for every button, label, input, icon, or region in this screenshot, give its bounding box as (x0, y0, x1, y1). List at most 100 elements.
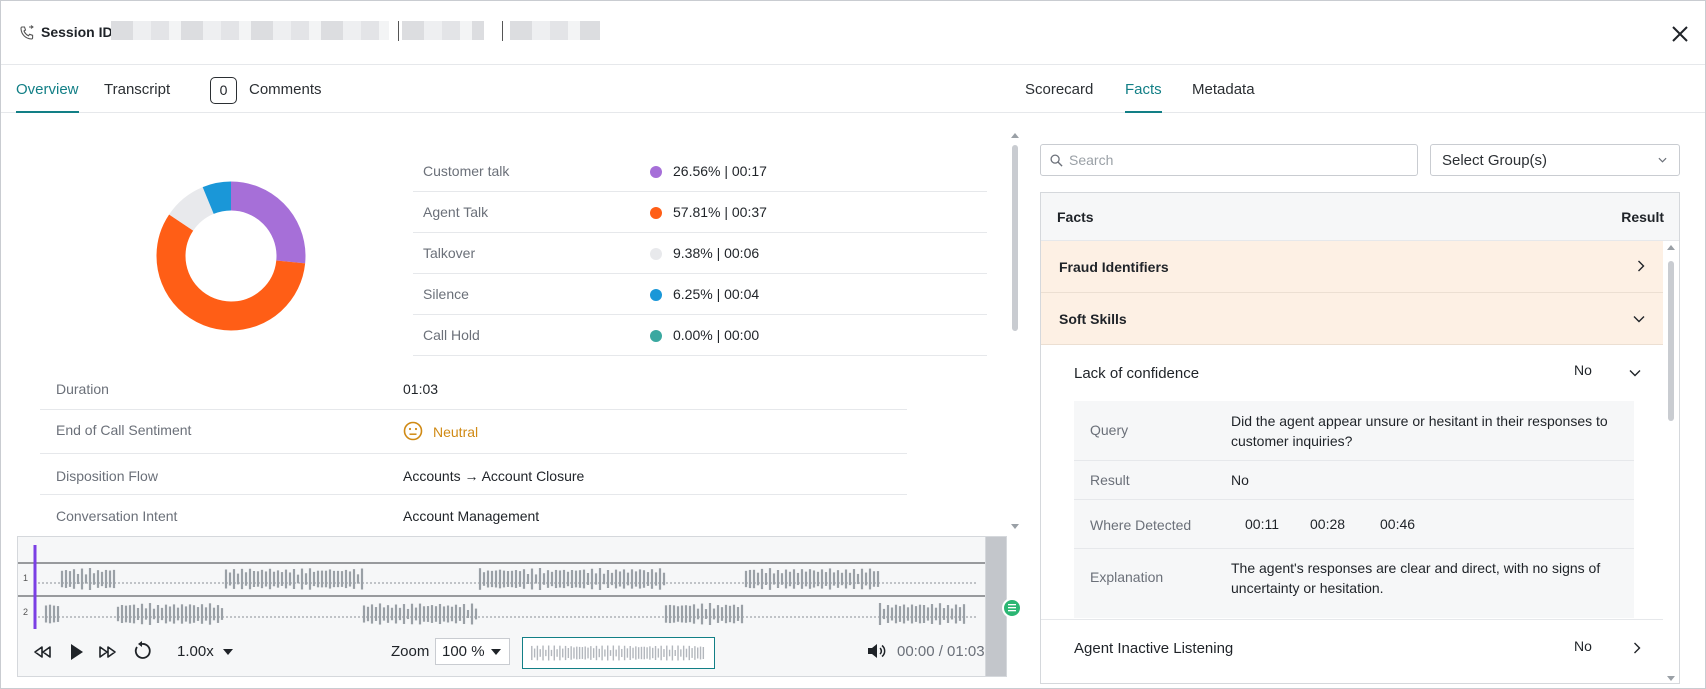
caret-down-icon (491, 649, 501, 655)
group-soft-skills[interactable]: Soft Skills (1041, 293, 1663, 345)
stat-row-call-hold: Call Hold 0.00% | 00:00 (413, 315, 987, 356)
detail-label: Result (1090, 472, 1130, 488)
zoom-value: 100 % (442, 643, 485, 660)
dialog-header: Session ID: (1, 1, 1705, 65)
tab-facts[interactable]: Facts (1125, 81, 1162, 113)
info-label: Disposition Flow (56, 468, 158, 484)
replay-icon[interactable] (131, 640, 153, 662)
legend-dot (650, 207, 662, 219)
volume-icon[interactable] (865, 640, 887, 662)
waveform-minimap[interactable] (522, 637, 715, 669)
stat-value: 26.56% | 00:17 (673, 163, 767, 179)
fact-row-agent-inactive-listening[interactable]: Agent Inactive Listening No (1041, 619, 1663, 679)
channel-1-label: 1 (23, 573, 29, 583)
detail-value: The agent's responses are clear and dire… (1231, 560, 1601, 596)
stat-row-agent-talk: Agent Talk 57.81% | 00:37 (413, 192, 987, 233)
playback-speed-select[interactable]: 1.00x (177, 643, 233, 660)
detail-row-query: Query Did the agent appear unsure or hes… (1074, 401, 1634, 461)
stat-label: Silence (423, 286, 469, 302)
session-id-label: Session ID: (41, 24, 118, 40)
stat-label: Agent Talk (423, 204, 489, 220)
player-controls: 1.00x Zoom 100 % 00:00 / 01:03 (17, 629, 1000, 677)
group-label: Soft Skills (1059, 311, 1127, 327)
tab-scorecard[interactable]: Scorecard (1025, 81, 1093, 113)
overview-scrollbar[interactable] (1009, 129, 1021, 531)
info-label: End of Call Sentiment (56, 422, 192, 438)
timestamp-link[interactable]: 00:11 (1245, 516, 1279, 532)
close-icon[interactable] (1669, 23, 1691, 45)
group-select-value: Select Group(s) (1442, 152, 1548, 169)
tab-transcript[interactable]: Transcript (104, 81, 170, 113)
legend-dot (650, 248, 662, 260)
info-value: Accounts → Account Closure (403, 468, 585, 484)
legend-dot (650, 289, 662, 301)
timestamp-link[interactable]: 00:46 (1380, 516, 1415, 532)
scrollbar-thumb[interactable] (1012, 145, 1018, 331)
col-header-facts: Facts (1057, 209, 1094, 225)
audio-waveform[interactable] (18, 537, 999, 629)
detail-value: No (1231, 472, 1249, 488)
scroll-down-arrow-icon[interactable] (1011, 524, 1019, 529)
search-icon (1050, 154, 1063, 167)
zoom-select[interactable]: 100 % (435, 638, 510, 665)
detail-value: Did the agent appear unsure or hesitant … (1231, 413, 1608, 449)
col-header-result: Result (1621, 209, 1664, 225)
fact-result: No (1574, 638, 1592, 654)
info-row-conversation-intent: Conversation Intent Account Management (40, 495, 907, 536)
facts-table: Facts Result Fraud Identifiers Soft Skil… (1040, 192, 1680, 684)
divider (502, 21, 503, 41)
legend-dot (650, 330, 662, 342)
detail-label: Query (1090, 422, 1129, 438)
detail-row-result: Result No (1074, 461, 1634, 500)
scroll-up-arrow-icon[interactable] (1667, 245, 1675, 250)
info-row-duration: Duration 01:03 (40, 369, 907, 410)
info-label: Conversation Intent (56, 508, 178, 524)
timestamp-link[interactable]: 00:28 (1310, 516, 1345, 532)
fast-forward-icon[interactable] (97, 641, 119, 663)
stat-row-silence: Silence 6.25% | 00:04 (413, 274, 987, 315)
rewind-icon[interactable] (31, 641, 53, 663)
tab-overview[interactable]: Overview (16, 81, 79, 113)
play-icon[interactable] (65, 640, 87, 664)
neutral-face-icon (403, 421, 423, 441)
channel-2-label: 2 (23, 607, 29, 617)
stat-row-customer-talk: Customer talk 26.56% | 00:17 (413, 151, 987, 192)
detail-row-where-detected: Where Detected 00:11 00:28 00:46 (1074, 500, 1634, 549)
tab-comments[interactable]: Comments (249, 81, 322, 113)
facts-panel: Select Group(s) Facts Result Fraud Ident… (1040, 114, 1680, 684)
playback-time: 00:00 / 01:03 (897, 643, 985, 660)
stat-value: 9.38% | 00:06 (673, 245, 760, 261)
playback-speed-value: 1.00x (177, 643, 214, 660)
facts-table-header: Facts Result (1041, 193, 1679, 241)
stat-label: Call Hold (423, 327, 480, 343)
info-row-disposition-flow: Disposition Flow Accounts → Account Clos… (40, 454, 907, 495)
group-select[interactable]: Select Group(s) (1430, 144, 1680, 176)
group-fraud-identifiers[interactable]: Fraud Identifiers (1041, 241, 1663, 293)
info-row-sentiment: End of Call Sentiment Neutral (40, 410, 907, 454)
detail-row-explanation: Explanation The agent's responses are cl… (1074, 549, 1634, 606)
legend-dot (650, 166, 662, 178)
fact-result: No (1574, 362, 1592, 378)
search-input[interactable] (1069, 150, 1409, 170)
info-value: Account Management (403, 508, 540, 524)
scroll-down-arrow-icon[interactable] (1667, 676, 1675, 681)
chevron-down-icon[interactable] (1629, 369, 1641, 377)
tab-metadata[interactable]: Metadata (1192, 81, 1255, 113)
facts-search[interactable] (1040, 144, 1418, 176)
talk-time-donut-chart (156, 181, 306, 331)
facts-scrollbar[interactable] (1663, 241, 1679, 683)
scroll-up-arrow-icon[interactable] (1011, 133, 1019, 138)
comments-count-badge: 0 (210, 77, 237, 104)
fact-label: Lack of confidence (1074, 365, 1200, 382)
chevron-down-icon (1658, 157, 1667, 163)
stat-value: 0.00% | 00:00 (673, 327, 760, 343)
redacted-field (510, 21, 600, 40)
transcript-sync-icon[interactable] (1002, 598, 1022, 618)
group-label: Fraud Identifiers (1059, 259, 1169, 275)
fact-row-lack-of-confidence[interactable]: Lack of confidence No (1041, 345, 1663, 401)
fact-detail-panel: Query Did the agent appear unsure or hes… (1074, 401, 1634, 618)
chevron-down-icon (1633, 316, 1645, 323)
divider (398, 21, 399, 41)
scrollbar-thumb[interactable] (1668, 261, 1674, 421)
chevron-right-icon[interactable] (1633, 642, 1641, 654)
